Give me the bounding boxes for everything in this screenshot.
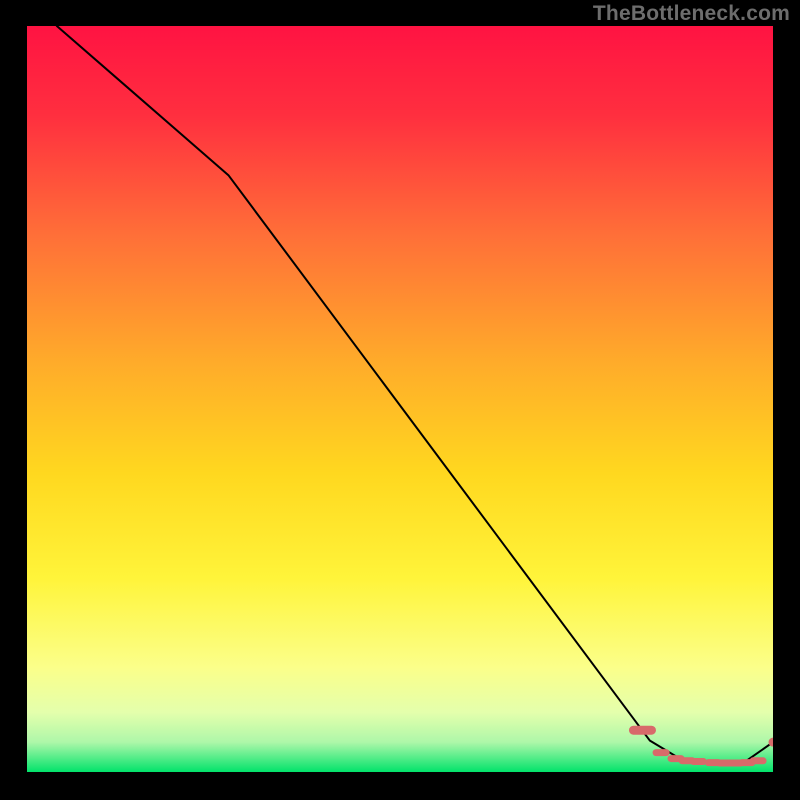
plot-area [27,26,773,772]
attribution-text: TheBottleneck.com [593,2,790,26]
chart-svg [27,26,773,772]
gradient-panel [27,26,773,772]
chart-root: TheBottleneck.com [0,0,800,800]
